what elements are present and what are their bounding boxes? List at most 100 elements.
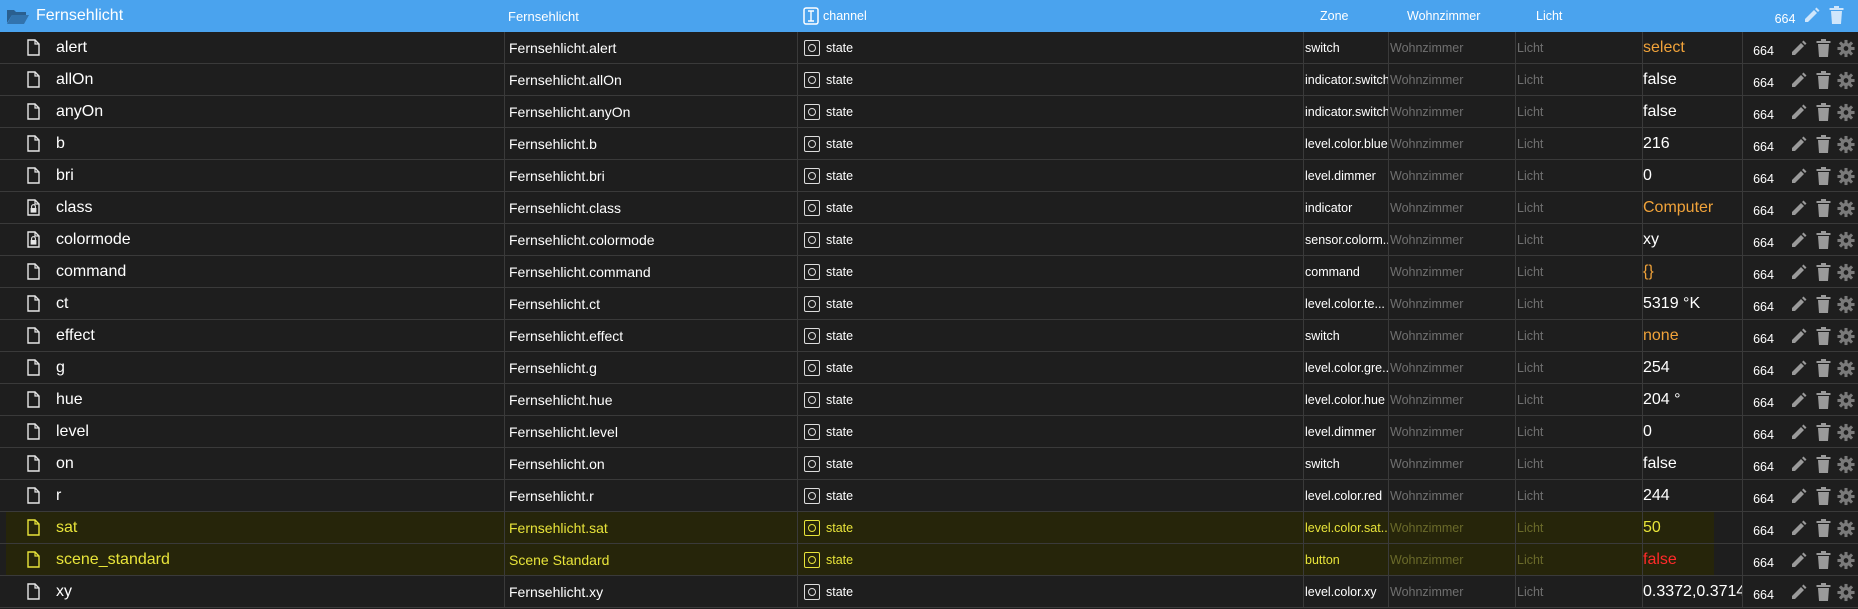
edit-icon[interactable]: [1802, 6, 1820, 24]
delete-icon[interactable]: [1814, 327, 1832, 345]
delete-icon[interactable]: [1827, 6, 1845, 24]
gear-icon[interactable]: [1837, 423, 1855, 441]
edit-icon[interactable]: [1789, 295, 1807, 313]
edit-icon[interactable]: [1789, 455, 1807, 473]
delete-icon[interactable]: [1814, 167, 1832, 185]
gear-icon[interactable]: [1837, 551, 1855, 569]
state-value[interactable]: {}: [1642, 256, 1742, 287]
delete-icon[interactable]: [1814, 391, 1832, 409]
edit-icon[interactable]: [1789, 263, 1807, 281]
gear-icon[interactable]: [1837, 295, 1855, 313]
edit-icon[interactable]: [1789, 391, 1807, 409]
table-row[interactable]: g Fernsehlicht.g state level.color.gre..…: [0, 352, 1858, 384]
table-row[interactable]: level Fernsehlicht.level state level.dim…: [0, 416, 1858, 448]
table-row[interactable]: bri Fernsehlicht.bri state level.dimmer …: [0, 160, 1858, 192]
gear-icon[interactable]: [1837, 103, 1855, 121]
table-row[interactable]: sat Fernsehlicht.sat state level.color.s…: [0, 512, 1858, 544]
delete-icon[interactable]: [1814, 487, 1832, 505]
state-value[interactable]: none: [1642, 320, 1742, 351]
channel-header-row[interactable]: Fernsehlicht Fernsehlicht channel Zone W…: [0, 0, 1858, 32]
edit-icon[interactable]: [1789, 199, 1807, 217]
delete-icon[interactable]: [1814, 199, 1832, 217]
gear-icon[interactable]: [1837, 487, 1855, 505]
state-value[interactable]: 0: [1642, 160, 1742, 191]
table-row[interactable]: anyOn Fernsehlicht.anyOn state indicator…: [0, 96, 1858, 128]
state-name-cell[interactable]: hue: [0, 384, 504, 415]
gear-icon[interactable]: [1837, 391, 1855, 409]
delete-icon[interactable]: [1814, 135, 1832, 153]
gear-icon[interactable]: [1837, 359, 1855, 377]
table-row[interactable]: b Fernsehlicht.b state level.color.blue …: [0, 128, 1858, 160]
state-value[interactable]: false: [1642, 64, 1742, 95]
delete-icon[interactable]: [1814, 71, 1832, 89]
gear-icon[interactable]: [1837, 519, 1855, 537]
state-name-cell[interactable]: allOn: [0, 64, 504, 95]
state-value[interactable]: 0: [1642, 416, 1742, 447]
edit-icon[interactable]: [1789, 423, 1807, 441]
state-value[interactable]: 204 °: [1642, 384, 1742, 415]
state-name-cell[interactable]: scene_standard: [6, 544, 504, 575]
state-name-cell[interactable]: g: [0, 352, 504, 383]
gear-icon[interactable]: [1837, 135, 1855, 153]
channel-name-cell[interactable]: Fernsehlicht: [0, 0, 504, 32]
state-value[interactable]: 5319 °K: [1642, 288, 1742, 319]
state-value[interactable]: Computer: [1642, 192, 1742, 223]
state-name-cell[interactable]: ct: [0, 288, 504, 319]
edit-icon[interactable]: [1789, 327, 1807, 345]
state-name-cell[interactable]: anyOn: [0, 96, 504, 127]
edit-icon[interactable]: [1789, 231, 1807, 249]
gear-icon[interactable]: [1837, 583, 1855, 601]
state-value[interactable]: false: [1642, 96, 1742, 127]
delete-icon[interactable]: [1814, 551, 1832, 569]
state-value[interactable]: 50: [1642, 512, 1714, 543]
table-row[interactable]: xy Fernsehlicht.xy state level.color.xy …: [0, 576, 1858, 608]
table-row[interactable]: effect Fernsehlicht.effect state switch …: [0, 320, 1858, 352]
edit-icon[interactable]: [1789, 39, 1807, 57]
gear-icon[interactable]: [1837, 39, 1855, 57]
edit-icon[interactable]: [1789, 487, 1807, 505]
state-name-cell[interactable]: level: [0, 416, 504, 447]
table-row[interactable]: allOn Fernsehlicht.allOn state indicator…: [0, 64, 1858, 96]
state-name-cell[interactable]: on: [0, 448, 504, 479]
delete-icon[interactable]: [1814, 103, 1832, 121]
state-name-cell[interactable]: sat: [6, 512, 504, 543]
table-row[interactable]: r Fernsehlicht.r state level.color.red W…: [0, 480, 1858, 512]
table-row[interactable]: on Fernsehlicht.on state switch Wohnzimm…: [0, 448, 1858, 480]
table-row[interactable]: hue Fernsehlicht.hue state level.color.h…: [0, 384, 1858, 416]
state-value[interactable]: select: [1642, 32, 1742, 63]
delete-icon[interactable]: [1814, 519, 1832, 537]
state-name-cell[interactable]: effect: [0, 320, 504, 351]
delete-icon[interactable]: [1814, 359, 1832, 377]
table-row[interactable]: class Fernsehlicht.class state indicator…: [0, 192, 1858, 224]
delete-icon[interactable]: [1814, 231, 1832, 249]
gear-icon[interactable]: [1837, 199, 1855, 217]
edit-icon[interactable]: [1789, 359, 1807, 377]
state-name-cell[interactable]: b: [0, 128, 504, 159]
edit-icon[interactable]: [1789, 551, 1807, 569]
state-value[interactable]: false: [1642, 544, 1714, 575]
delete-icon[interactable]: [1814, 295, 1832, 313]
delete-icon[interactable]: [1814, 455, 1832, 473]
state-name-cell[interactable]: alert: [0, 32, 504, 63]
gear-icon[interactable]: [1837, 71, 1855, 89]
state-name-cell[interactable]: class: [0, 192, 504, 223]
state-value[interactable]: 244: [1642, 480, 1742, 511]
gear-icon[interactable]: [1837, 231, 1855, 249]
state-name-cell[interactable]: command: [0, 256, 504, 287]
folder-open-icon[interactable]: [6, 8, 30, 25]
state-name-cell[interactable]: bri: [0, 160, 504, 191]
state-name-cell[interactable]: colormode: [0, 224, 504, 255]
gear-icon[interactable]: [1837, 167, 1855, 185]
state-value[interactable]: false: [1642, 448, 1742, 479]
state-name-cell[interactable]: r: [0, 480, 504, 511]
edit-icon[interactable]: [1789, 167, 1807, 185]
state-value[interactable]: 216: [1642, 128, 1742, 159]
delete-icon[interactable]: [1814, 263, 1832, 281]
delete-icon[interactable]: [1814, 39, 1832, 57]
edit-icon[interactable]: [1789, 135, 1807, 153]
state-value[interactable]: 254: [1642, 352, 1742, 383]
delete-icon[interactable]: [1814, 423, 1832, 441]
table-row[interactable]: colormode Fernsehlicht.colormode state s…: [0, 224, 1858, 256]
gear-icon[interactable]: [1837, 327, 1855, 345]
edit-icon[interactable]: [1789, 583, 1807, 601]
